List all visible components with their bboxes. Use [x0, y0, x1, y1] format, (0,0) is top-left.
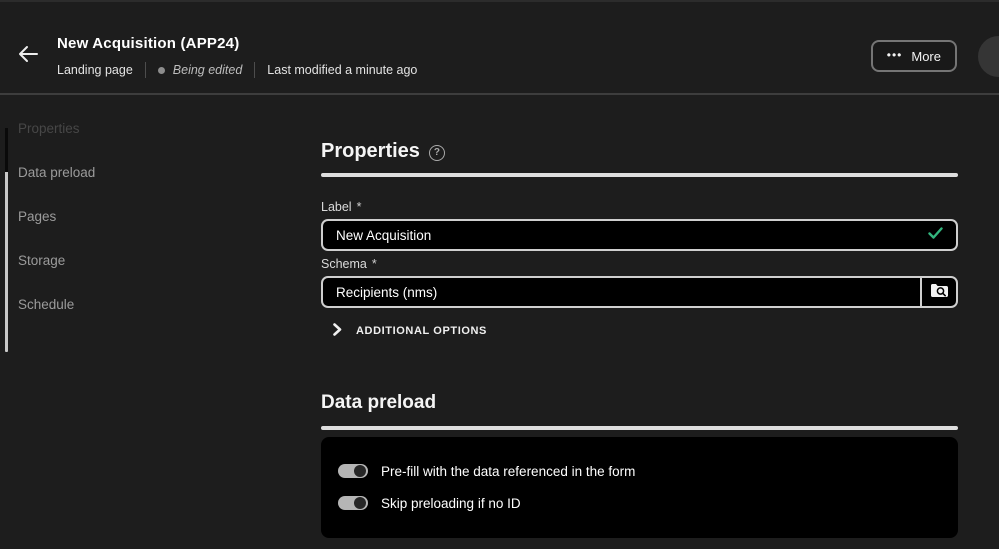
avatar[interactable]: [978, 36, 999, 77]
prefill-toggle[interactable]: [338, 464, 368, 478]
prefill-toggle-row: Pre-fill with the data referenced in the…: [338, 461, 635, 481]
additional-options-label: ADDITIONAL OPTIONS: [356, 325, 487, 337]
schema-field-label: Schema*: [321, 257, 377, 271]
skip-preload-toggle-row: Skip preloading if no ID: [338, 493, 521, 513]
folder-search-icon: [930, 282, 949, 302]
header-meta-row: Landing page Being edited Last modified …: [57, 62, 417, 78]
required-asterisk: *: [357, 200, 362, 214]
status-badge: Being edited: [173, 63, 243, 77]
prefill-toggle-label: Pre-fill with the data referenced in the…: [381, 464, 635, 479]
schema-input-wrapper: [321, 276, 958, 308]
section-divider: [321, 426, 958, 430]
sidebar-active-indicator: [5, 128, 8, 172]
skip-preload-toggle-label: Skip preloading if no ID: [381, 496, 521, 511]
meta-separator: [145, 62, 146, 78]
schema-input[interactable]: [323, 278, 920, 306]
sidebar-item-data-preload[interactable]: Data preload: [18, 150, 298, 194]
data-preload-title: Data preload: [321, 392, 436, 414]
chevron-right-icon: [333, 323, 342, 339]
toggle-knob: [354, 465, 366, 477]
sidebar-item-storage[interactable]: Storage: [18, 238, 298, 282]
title-block: New Acquisition (APP24) Landing page Bei…: [57, 35, 417, 78]
more-button[interactable]: ••• More: [871, 40, 957, 72]
sidebar: Properties Data preload Pages Storage Sc…: [0, 97, 321, 549]
label-input-wrapper: [321, 219, 958, 251]
sidebar-item-properties[interactable]: Properties: [18, 106, 298, 150]
properties-title: Properties: [321, 140, 420, 163]
header-bar: New Acquisition (APP24) Landing page Bei…: [0, 0, 999, 95]
required-asterisk: *: [372, 257, 377, 271]
page-title: New Acquisition (APP24): [57, 35, 417, 52]
data-preload-card: Pre-fill with the data referenced in the…: [321, 437, 958, 538]
schema-browse-button[interactable]: [920, 278, 956, 306]
sidebar-item-pages[interactable]: Pages: [18, 194, 298, 238]
back-arrow-icon: [17, 52, 39, 67]
section-divider: [321, 173, 958, 177]
label-input[interactable]: [323, 221, 928, 249]
label-field-label: Label*: [321, 200, 361, 214]
skip-preload-toggle[interactable]: [338, 496, 368, 510]
last-modified-text: Last modified a minute ago: [267, 63, 417, 77]
more-button-label: More: [911, 49, 941, 64]
sidebar-item-schedule[interactable]: Schedule: [18, 282, 298, 326]
properties-section-heading: Properties ?: [321, 140, 445, 163]
status-dot-icon: [158, 67, 165, 74]
valid-checkmark-icon: [928, 226, 943, 244]
app-window: New Acquisition (APP24) Landing page Bei…: [0, 0, 999, 549]
back-button[interactable]: [16, 44, 40, 66]
additional-options-disclosure[interactable]: ADDITIONAL OPTIONS: [333, 323, 487, 339]
meta-separator: [254, 62, 255, 78]
more-dots-icon: •••: [887, 48, 903, 62]
toggle-knob: [354, 497, 366, 509]
breadcrumb: Landing page: [57, 63, 133, 77]
main-panel: Properties ? Label* Schema*: [321, 95, 958, 549]
help-icon[interactable]: ?: [429, 145, 445, 161]
data-preload-section-heading: Data preload: [321, 392, 436, 414]
